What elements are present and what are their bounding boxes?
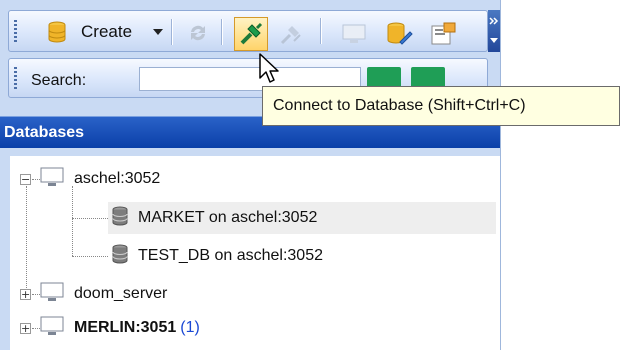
toolbar-overflow-button[interactable] [488, 10, 500, 52]
connection-count: (1) [180, 319, 200, 336]
chevron-down-icon[interactable] [153, 29, 163, 35]
tree-node-label: doom_server [74, 285, 168, 302]
server-icon [40, 167, 64, 192]
tree-node-server[interactable]: + doom_server [20, 280, 167, 308]
tree-node-label: TEST_DB on aschel:3052 [138, 247, 323, 264]
refresh-icon[interactable] [185, 21, 211, 45]
database-tree: − aschel:3052 MARKET on aschel:3052 TEST… [10, 156, 500, 350]
tooltip: Connect to Database (Shift+Ctrl+C) [262, 86, 620, 126]
expand-icon[interactable]: + [20, 288, 31, 300]
properties-icon[interactable] [428, 20, 458, 48]
tree-node-server[interactable]: + MERLIN:3051 (1) [20, 314, 200, 342]
tree-node-database[interactable]: TEST_DB on aschel:3052 [108, 242, 323, 270]
tree-node-label: MARKET on aschel:3052 [138, 209, 318, 226]
server-icon [40, 282, 64, 307]
server-icon[interactable] [340, 22, 368, 46]
search-label: Search: [31, 72, 87, 89]
toolbar-grip[interactable] [14, 20, 17, 44]
database-icon [112, 206, 128, 231]
toolbar-separator [171, 19, 173, 45]
toolbar-separator [320, 18, 322, 44]
tree-node-label: aschel:3052 [74, 170, 161, 187]
expand-icon[interactable]: + [20, 322, 31, 334]
collapse-icon[interactable]: − [20, 173, 31, 185]
tree-connector [72, 256, 108, 257]
tree-node-database[interactable]: MARKET on aschel:3052 [108, 202, 496, 234]
tree-connector [72, 218, 108, 219]
tree-node-label: MERLIN:3051 [74, 319, 177, 336]
tree-connector [72, 186, 73, 256]
toolbar-separator [221, 19, 223, 45]
tree-node-server[interactable]: − aschel:3052 [20, 166, 160, 192]
databases-panel: Create Search: Databases − aschel:3052 M… [0, 0, 501, 350]
create-label: Create [81, 22, 133, 41]
database-edit-icon[interactable] [384, 20, 414, 48]
connect-database-button[interactable] [234, 17, 268, 51]
connect-database-icon [238, 21, 264, 47]
database-icon [47, 21, 67, 43]
database-icon [112, 244, 128, 269]
mouse-cursor-icon [258, 52, 284, 91]
server-icon [40, 316, 64, 341]
toolbar-grip[interactable] [14, 67, 17, 91]
disconnect-database-icon[interactable] [278, 22, 304, 46]
